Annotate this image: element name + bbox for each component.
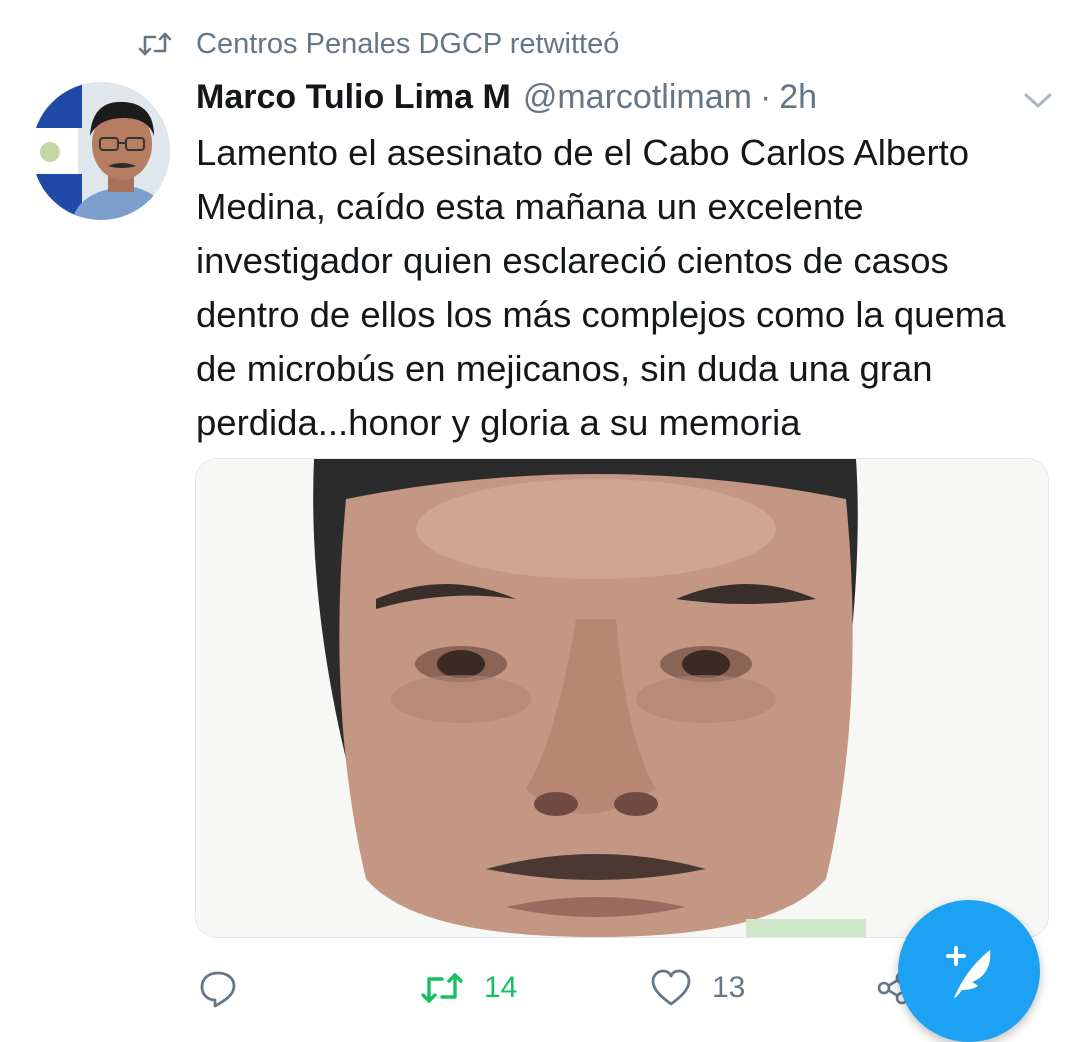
retweet-button[interactable]: 14	[420, 964, 517, 1012]
retweet-icon	[138, 32, 172, 56]
tweet-header: Marco Tulio Lima M @marcotlimam · 2h	[196, 74, 817, 120]
avatar-photo	[32, 82, 170, 220]
retweet-context[interactable]: Centros Penales DGCP retwitteó	[138, 22, 619, 66]
tweet-timestamp[interactable]: 2h	[779, 78, 817, 117]
tweet-text: Lamento el asesinato de el Cabo Carlos A…	[196, 132, 1006, 443]
display-name[interactable]: Marco Tulio Lima M	[196, 78, 511, 117]
user-handle[interactable]: @marcotlimam	[523, 78, 752, 117]
compose-tweet-icon	[946, 946, 991, 998]
tweet-media[interactable]	[195, 458, 1049, 938]
reply-button[interactable]	[198, 964, 238, 1012]
retweet-icon	[421, 973, 463, 1003]
chevron-down-icon[interactable]	[1022, 88, 1054, 112]
reply-icon	[200, 971, 236, 1008]
compose-tweet-button[interactable]	[898, 900, 1040, 1042]
heart-icon	[651, 969, 691, 1006]
retweet-count: 14	[484, 971, 518, 1004]
retweet-context-text: Centros Penales DGCP retwitteó	[196, 27, 620, 60]
like-count: 13	[712, 971, 746, 1004]
like-button[interactable]: 13	[650, 964, 745, 1012]
user-avatar[interactable]	[32, 82, 170, 220]
face-photo	[196, 459, 1048, 937]
separator-dot: ·	[759, 77, 772, 116]
